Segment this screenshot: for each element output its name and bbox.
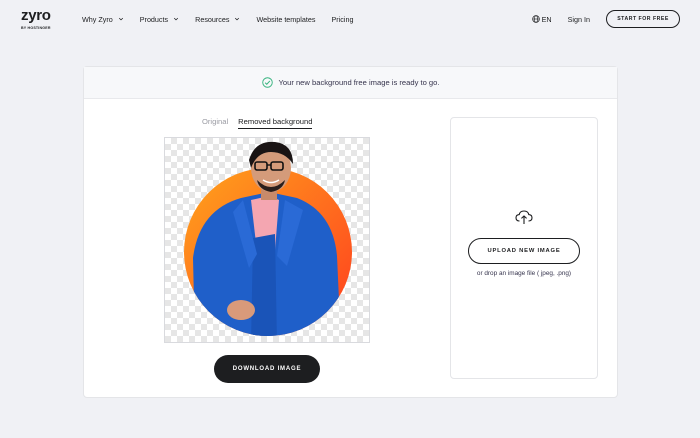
drop-hint: or drop an image file ( jpeg, .png) xyxy=(476,270,572,277)
banner-message: Your new background free image is ready … xyxy=(278,78,440,87)
tab-removed-background[interactable]: Removed background xyxy=(238,117,313,129)
image-preview xyxy=(164,137,370,343)
nav-label: Why Zyro xyxy=(82,14,113,24)
sign-in-link[interactable]: Sign In xyxy=(568,15,590,24)
chevron-down-icon xyxy=(118,17,123,21)
success-banner: Your new background free image is ready … xyxy=(84,67,617,99)
nav-website-templates[interactable]: Website templates xyxy=(256,13,315,25)
download-image-button[interactable]: DOWNLOAD IMAGE xyxy=(214,355,320,383)
upload-dropzone[interactable]: UPLOAD NEW IMAGE or drop an image file (… xyxy=(450,117,598,379)
nav-label: Website templates xyxy=(256,14,316,24)
language-code: EN xyxy=(541,14,552,24)
zyro-logo[interactable]: zyro BY HOSTINGER xyxy=(21,8,61,34)
start-for-free-button[interactable]: START FOR FREE xyxy=(606,10,680,28)
cloud-upload-icon xyxy=(515,210,533,224)
person-figure xyxy=(193,192,341,336)
result-image xyxy=(184,141,352,336)
check-circle-icon xyxy=(261,77,273,88)
nav-why-zyro[interactable]: Why Zyro xyxy=(82,13,124,25)
language-selector[interactable]: EN xyxy=(531,14,552,24)
logo-by-text: BY HOSTINGER xyxy=(21,26,51,30)
nav-label: Products xyxy=(139,14,169,24)
result-card: Your new background free image is ready … xyxy=(83,66,618,398)
top-nav: zyro BY HOSTINGER Why Zyro Products Reso… xyxy=(0,0,700,40)
tab-original[interactable]: Original xyxy=(202,117,228,129)
globe-icon xyxy=(531,15,540,23)
nav-products[interactable]: Products xyxy=(140,13,179,25)
nav-pricing[interactable]: Pricing xyxy=(331,13,353,25)
nav-label: Resources xyxy=(195,14,230,24)
main-nav: Why Zyro Products Resources Website temp… xyxy=(82,13,369,25)
logo-wordmark: zyro xyxy=(21,7,51,24)
upload-new-image-button[interactable]: UPLOAD NEW IMAGE xyxy=(468,238,580,264)
logo-byline: BY HOSTINGER xyxy=(21,26,51,31)
right-nav: EN Sign In START FOR FREE xyxy=(531,10,680,28)
nav-label: Pricing xyxy=(331,14,354,24)
nav-resources[interactable]: Resources xyxy=(195,13,240,25)
chevron-down-icon xyxy=(235,17,240,21)
chevron-down-icon xyxy=(174,17,179,21)
image-tabs: Original Removed background xyxy=(202,117,313,129)
